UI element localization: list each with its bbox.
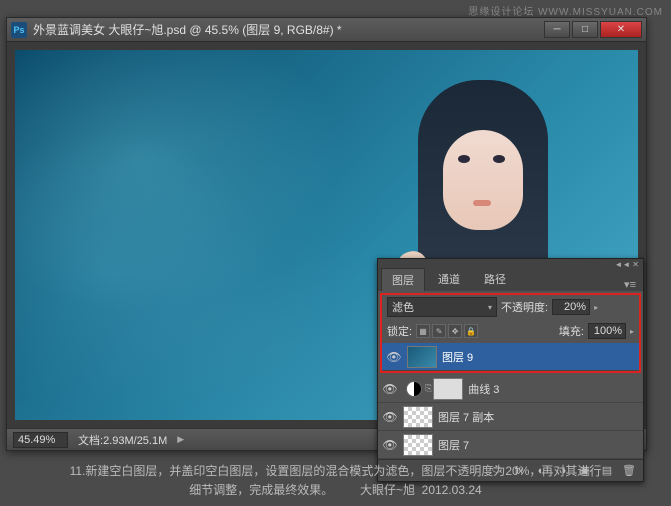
fill-label: 填充: — [559, 323, 584, 339]
opacity-label: 不透明度: — [501, 299, 548, 315]
lock-position-icon[interactable]: ✥ — [448, 324, 462, 338]
lock-icons: ▦ ✎ ✥ 🔒 — [416, 324, 478, 338]
layer-list: 👁 图层 9 — [382, 343, 639, 371]
visibility-toggle[interactable]: 👁 — [382, 410, 398, 424]
layer-thumbnail[interactable] — [403, 406, 433, 428]
statusbar-more-icon[interactable]: ▶ — [177, 434, 184, 445]
adjustment-icon — [406, 381, 422, 397]
layer-name[interactable]: 曲线 3 — [468, 381, 639, 397]
panel-tabs: 图层 通道 路径 ▾≡ — [378, 269, 643, 291]
close-button[interactable]: ✕ — [600, 21, 642, 38]
layer-list-rest: 👁 ⎘ 曲线 3 👁 图层 7 副本 👁 图层 7 — [378, 375, 643, 459]
doc-size-label: 文档:2.93M/25.1M — [78, 432, 167, 448]
layer-thumbnail[interactable] — [403, 434, 433, 456]
layers-panel: ◄◄ ✕ 图层 通道 路径 ▾≡ 滤色▾ 不透明度: 20% ▸ 锁定: ▦ ✎… — [377, 258, 644, 482]
tab-paths[interactable]: 路径 — [473, 267, 517, 291]
opacity-field[interactable]: 20% — [552, 299, 590, 315]
blend-opacity-row: 滤色▾ 不透明度: 20% ▸ — [382, 295, 639, 319]
layer-name[interactable]: 图层 9 — [442, 349, 635, 365]
zoom-field[interactable]: 45.49% — [13, 432, 68, 448]
mask-thumbnail[interactable] — [433, 378, 463, 400]
panel-collapse-icon[interactable]: ◄◄ — [614, 260, 630, 269]
titlebar: Ps 外景蓝调美女 大眼仔~旭.psd @ 45.5% (图层 9, RGB/8… — [7, 18, 646, 42]
lock-label: 锁定: — [387, 323, 412, 339]
panel-menu-icon[interactable]: ▾≡ — [620, 278, 640, 291]
visibility-toggle[interactable]: 👁 — [382, 438, 398, 452]
ps-app-icon: Ps — [11, 22, 27, 38]
lock-pixels-icon[interactable]: ✎ — [432, 324, 446, 338]
layer-name[interactable]: 图层 7 — [438, 437, 639, 453]
panel-close-icon[interactable]: ✕ — [632, 260, 639, 269]
layer-thumbnail[interactable] — [407, 346, 437, 368]
lock-all-icon[interactable]: 🔒 — [464, 324, 478, 338]
layer-row[interactable]: 👁 ⎘ 曲线 3 — [378, 375, 643, 403]
tab-channels[interactable]: 通道 — [427, 267, 471, 291]
fill-slider-icon[interactable]: ▸ — [630, 327, 634, 336]
layer-name[interactable]: 图层 7 副本 — [438, 409, 639, 425]
minimize-button[interactable]: ─ — [544, 21, 570, 38]
link-icon: ⎘ — [425, 383, 432, 394]
blend-mode-dropdown[interactable]: 滤色▾ — [387, 297, 497, 317]
layer-row[interactable]: 👁 图层 9 — [382, 343, 639, 371]
layer-row[interactable]: 👁 图层 7 副本 — [378, 403, 643, 431]
watermark-text: 思缘设计论坛 WWW.MISSYUAN.COM — [468, 3, 663, 18]
lock-fill-row: 锁定: ▦ ✎ ✥ 🔒 填充: 100% ▸ — [382, 319, 639, 343]
visibility-toggle[interactable]: 👁 — [386, 350, 402, 364]
highlight-box: 滤色▾ 不透明度: 20% ▸ 锁定: ▦ ✎ ✥ 🔒 填充: 100% ▸ 👁… — [380, 293, 641, 373]
layer-row[interactable]: 👁 图层 7 — [378, 431, 643, 459]
fill-field[interactable]: 100% — [588, 323, 626, 339]
maximize-button[interactable]: □ — [572, 21, 598, 38]
opacity-slider-icon[interactable]: ▸ — [594, 303, 598, 312]
visibility-toggle[interactable]: 👁 — [382, 382, 398, 396]
lock-transparency-icon[interactable]: ▦ — [416, 324, 430, 338]
tutorial-caption: 11.新建空白图层，并盖印空白图层，设置图层的混合模式为滤色，图层不透明度为20… — [0, 462, 671, 500]
document-title: 外景蓝调美女 大眼仔~旭.psd @ 45.5% (图层 9, RGB/8#) … — [33, 21, 544, 38]
tab-layers[interactable]: 图层 — [381, 268, 425, 291]
